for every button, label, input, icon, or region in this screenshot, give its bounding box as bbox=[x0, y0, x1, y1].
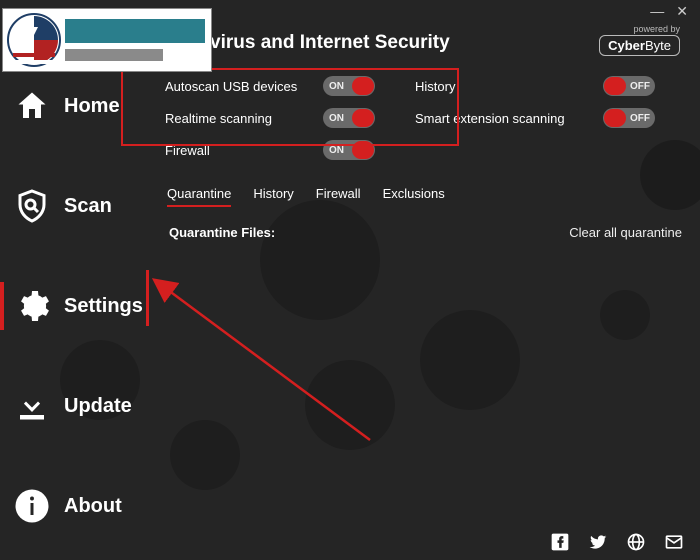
toggle-smart-extension: Smart extension scanning OFF bbox=[415, 108, 655, 128]
toggle-label: Smart extension scanning bbox=[415, 111, 585, 126]
clear-quarantine-button[interactable]: Clear all quarantine bbox=[567, 221, 684, 244]
minimize-button[interactable]: — bbox=[650, 4, 664, 18]
sidebar-item-scan[interactable]: Scan bbox=[0, 178, 160, 234]
quarantine-heading: Quarantine Files: bbox=[169, 225, 275, 240]
powered-label: powered by bbox=[599, 24, 680, 34]
sidebar-item-label: Settings bbox=[64, 295, 143, 318]
toggle-firewall: Firewall ON bbox=[165, 140, 375, 160]
globe-icon[interactable] bbox=[626, 532, 646, 552]
sidebar-item-label: About bbox=[64, 495, 122, 518]
sidebar-item-label: Update bbox=[64, 395, 132, 418]
toggle-label: Autoscan USB devices bbox=[165, 79, 305, 94]
sidebar: Home Scan Settings Update About bbox=[0, 78, 160, 530]
toggle-switch[interactable]: ON bbox=[323, 76, 375, 96]
toggle-realtime-scanning: Realtime scanning ON bbox=[165, 108, 375, 128]
toggle-label: History bbox=[415, 79, 585, 94]
settings-tabs: Quarantine History Firewall Exclusions bbox=[167, 186, 688, 207]
sidebar-item-update[interactable]: Update bbox=[0, 378, 160, 434]
toggle-switch[interactable]: ON bbox=[323, 108, 375, 128]
shield-icon bbox=[7, 13, 61, 67]
content: Autoscan USB devices ON Realtime scannin… bbox=[165, 76, 688, 528]
tab-quarantine[interactable]: Quarantine bbox=[167, 186, 231, 207]
toggle-grid: Autoscan USB devices ON Realtime scannin… bbox=[165, 76, 688, 160]
powered-by: powered by CyberByte bbox=[599, 24, 680, 56]
toggle-switch[interactable]: OFF bbox=[603, 108, 655, 128]
tab-history[interactable]: History bbox=[253, 186, 293, 207]
twitter-icon[interactable] bbox=[588, 532, 608, 552]
toggle-switch[interactable]: ON bbox=[323, 140, 375, 160]
sidebar-item-label: Home bbox=[64, 95, 120, 118]
toggle-label: Realtime scanning bbox=[165, 111, 305, 126]
sidebar-item-label: Scan bbox=[64, 195, 112, 218]
info-icon bbox=[14, 488, 50, 524]
toggle-switch[interactable]: OFF bbox=[603, 76, 655, 96]
sidebar-item-settings[interactable]: Settings bbox=[0, 278, 160, 334]
download-icon bbox=[14, 388, 50, 424]
shield-search-icon bbox=[14, 188, 50, 224]
sidebar-item-about[interactable]: About bbox=[0, 478, 160, 534]
brand-badge: CyberByte bbox=[599, 35, 680, 56]
footer-social bbox=[550, 532, 684, 552]
tab-firewall[interactable]: Firewall bbox=[316, 186, 361, 207]
gear-icon bbox=[14, 288, 50, 324]
page-title: virus and Internet Security bbox=[210, 32, 450, 54]
watermark-logo bbox=[2, 8, 212, 72]
toggle-history: History OFF bbox=[415, 76, 655, 96]
sidebar-item-home[interactable]: Home bbox=[0, 78, 160, 134]
mail-icon[interactable] bbox=[664, 532, 684, 552]
toggle-label: Firewall bbox=[165, 143, 305, 158]
toggle-autoscan-usb: Autoscan USB devices ON bbox=[165, 76, 375, 96]
facebook-icon[interactable] bbox=[550, 532, 570, 552]
quarantine-panel: Quarantine Files: Clear all quarantine bbox=[165, 221, 688, 244]
tab-exclusions[interactable]: Exclusions bbox=[383, 186, 445, 207]
home-icon bbox=[14, 88, 50, 124]
close-button[interactable]: ✕ bbox=[676, 4, 688, 18]
